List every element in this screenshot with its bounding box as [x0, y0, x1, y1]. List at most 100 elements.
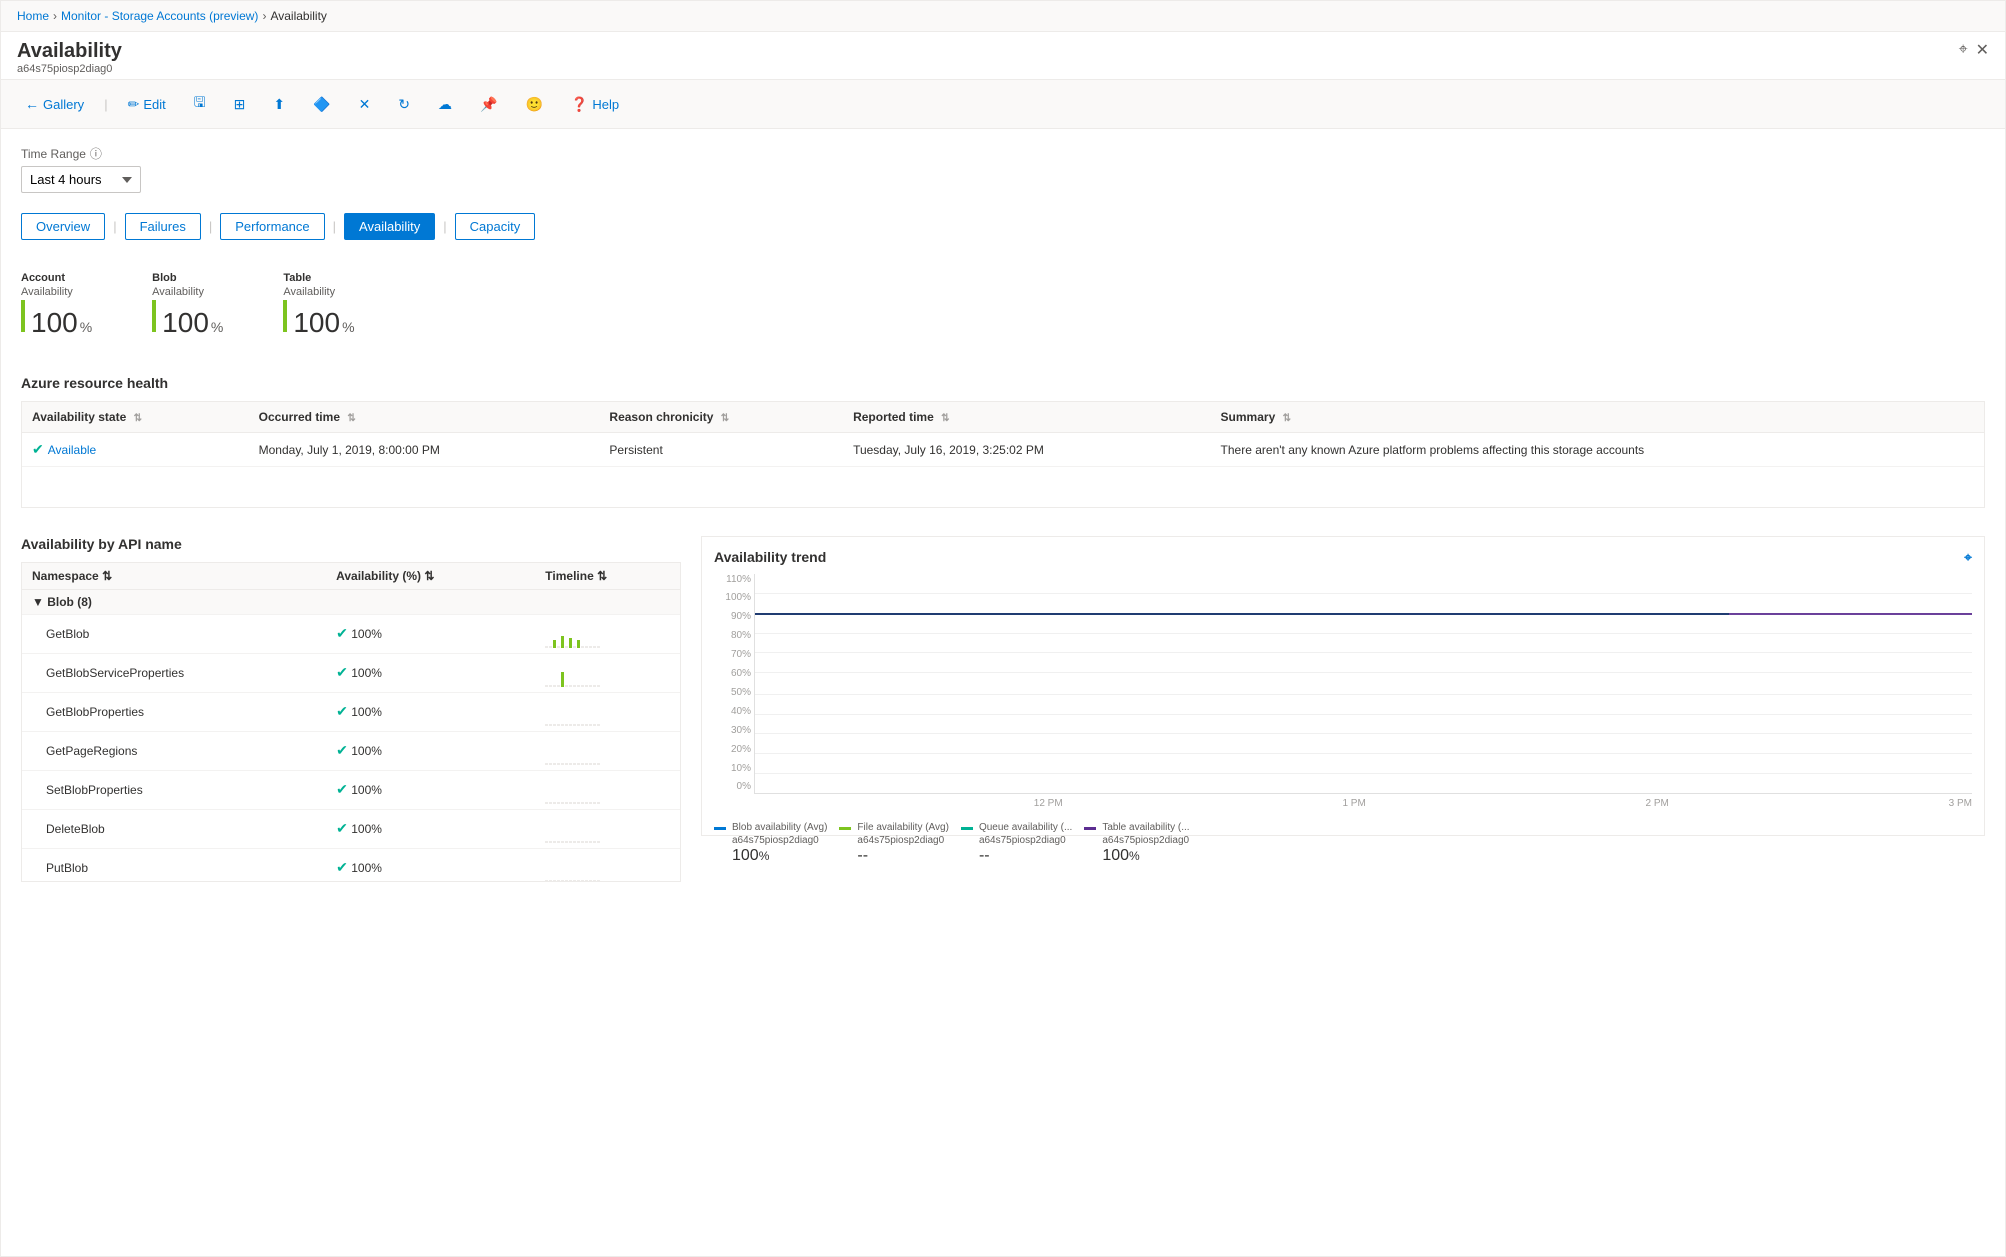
metric-blob-unit: % — [211, 319, 223, 335]
col-occurred-time[interactable]: Occurred time ⇅ — [249, 402, 600, 433]
gallery-button[interactable]: ← Gallery — [17, 92, 92, 116]
api-col-availability[interactable]: Availability (%) ⇅ — [326, 563, 535, 590]
upload-button[interactable]: ☁ — [430, 92, 460, 117]
tab-availability[interactable]: Availability — [344, 213, 435, 240]
share-button[interactable]: ⬆ — [265, 92, 293, 117]
timeline-bar — [557, 763, 560, 765]
timeline-bar — [565, 841, 568, 843]
timeline-bar — [549, 802, 552, 804]
avail-value: 100% — [351, 744, 382, 758]
tab-overview[interactable]: Overview — [21, 213, 105, 240]
avail-check-icon: ✔ — [336, 820, 348, 836]
timeline-bar — [597, 724, 600, 726]
timeline-bar — [553, 640, 556, 648]
group-toggle-icon[interactable]: ▼ Blob (8) — [32, 595, 92, 609]
api-header-row: Namespace ⇅ Availability (%) ⇅ Timeline … — [22, 563, 680, 590]
legend-blob-color — [714, 827, 726, 830]
title-section: Availability a64s75piosp2diag0 — [17, 40, 122, 75]
timeline-bar — [589, 685, 592, 687]
timeline-bar — [589, 646, 592, 648]
y-label-0: 0% — [715, 781, 751, 792]
legend-table: Table availability (...a64s75piosp2diag0… — [1084, 821, 1189, 865]
timeline-bar — [589, 880, 592, 882]
tab-capacity[interactable]: Capacity — [455, 213, 536, 240]
timeline-bar — [577, 880, 580, 882]
timeline-bar — [581, 724, 584, 726]
delete-button[interactable]: ✕ — [351, 92, 379, 117]
feedback-button[interactable]: 🙂 — [517, 92, 550, 117]
breadcrumb-monitor[interactable]: Monitor - Storage Accounts (preview) — [61, 9, 258, 23]
api-table-container[interactable]: Namespace ⇅ Availability (%) ⇅ Timeline … — [21, 562, 681, 882]
timeline-bar — [545, 841, 548, 843]
api-item-row: GetBlob ✔ 100% — [22, 614, 680, 653]
time-range-select[interactable]: Last 1 hour Last 4 hours Last 12 hours L… — [21, 166, 141, 193]
timeline-bar — [545, 724, 548, 726]
tab-sep-2: | — [209, 219, 212, 234]
cell-state: ✔ Available — [22, 433, 249, 467]
metric-account-label: Account — [21, 272, 92, 284]
share-icon: ⬆ — [273, 96, 285, 113]
avail-value: 100% — [351, 666, 382, 680]
api-col-timeline[interactable]: Timeline ⇅ — [535, 563, 680, 590]
metric-table-sublabel: Availability — [283, 286, 354, 298]
breadcrumb-sep-1: › — [53, 9, 57, 23]
gridline-20 — [755, 773, 1972, 774]
timeline-bar — [549, 685, 552, 687]
timeline-bar — [569, 841, 572, 843]
time-range-info-icon[interactable]: ⓘ — [90, 145, 102, 162]
refresh-button[interactable]: ↻ — [390, 92, 418, 117]
api-table-section: Availability by API name Namespace ⇅ Ava… — [21, 536, 681, 882]
api-item-name: DeleteBlob — [22, 809, 326, 848]
legend-file-text: File availability (Avg)a64s75piosp2diag0… — [857, 821, 949, 865]
cell-reported: Tuesday, July 16, 2019, 3:25:02 PM — [843, 433, 1210, 467]
timeline-bar — [597, 802, 600, 804]
col-reason-chronicity[interactable]: Reason chronicity ⇅ — [599, 402, 843, 433]
timeline-bar — [561, 724, 564, 726]
edit-button[interactable]: ✏ Edit — [120, 92, 174, 117]
timeline-bar — [573, 685, 576, 687]
timeline-bar — [553, 880, 556, 882]
api-group-row[interactable]: ▼ Blob (8) — [22, 589, 680, 614]
breadcrumb-home[interactable]: Home — [17, 9, 49, 23]
api-item-timeline — [535, 731, 680, 770]
check-circle-icon: ✔ — [32, 441, 44, 458]
timeline-bar — [597, 880, 600, 882]
close-window-icon[interactable]: ✕ — [1976, 40, 1989, 60]
trend-chart-title: Availability trend ⌖ — [714, 549, 1972, 566]
tab-failures[interactable]: Failures — [125, 213, 201, 240]
metric-account-bar — [21, 300, 25, 332]
pin-window-icon[interactable]: ⌖ — [1959, 41, 1968, 59]
timeline-bar — [597, 646, 600, 648]
save-icon: 🖫 — [194, 92, 206, 116]
bookmark-button[interactable]: 🔷 — [305, 92, 338, 117]
help-button[interactable]: ❓ Help — [563, 92, 627, 117]
metric-table-number: 100 — [293, 307, 340, 339]
timeline-bar — [565, 802, 568, 804]
metric-account-unit: % — [80, 319, 92, 335]
main-content: Time Range ⓘ Last 1 hour Last 4 hours La… — [1, 129, 2005, 898]
metric-blob-number: 100 — [162, 307, 209, 339]
timeline-mini — [545, 620, 670, 648]
col-availability-state[interactable]: Availability state ⇅ — [22, 402, 249, 433]
col-summary[interactable]: Summary ⇅ — [1211, 402, 1984, 433]
timeline-bar — [589, 763, 592, 765]
gridline-80 — [755, 652, 1972, 653]
timeline-bar — [561, 841, 564, 843]
x-axis: 12 PM 1 PM 2 PM 3 PM — [754, 798, 1972, 809]
trend-pin-icon[interactable]: ⌖ — [1964, 549, 1972, 566]
api-item-row: GetPageRegions ✔ 100% — [22, 731, 680, 770]
legend-blob: Blob availability (Avg)a64s75piosp2diag0… — [714, 821, 827, 865]
y-label-30: 30% — [715, 725, 751, 736]
timeline-bar — [577, 841, 580, 843]
save-button[interactable]: 🖫 — [186, 88, 214, 120]
col-reported-time[interactable]: Reported time ⇅ — [843, 402, 1210, 433]
pin-button[interactable]: 📌 — [472, 92, 505, 117]
api-col-namespace[interactable]: Namespace ⇅ — [22, 563, 326, 590]
toolbar-sep-1: | — [104, 97, 107, 112]
trend-line-teal — [755, 613, 1729, 615]
resource-health-table-container: Availability state ⇅ Occurred time ⇅ Rea… — [21, 401, 1985, 508]
tab-performance[interactable]: Performance — [220, 213, 324, 240]
timeline-bar — [569, 638, 572, 648]
timeline-bar — [585, 763, 588, 765]
clone-button[interactable]: ⊞ — [226, 92, 254, 117]
